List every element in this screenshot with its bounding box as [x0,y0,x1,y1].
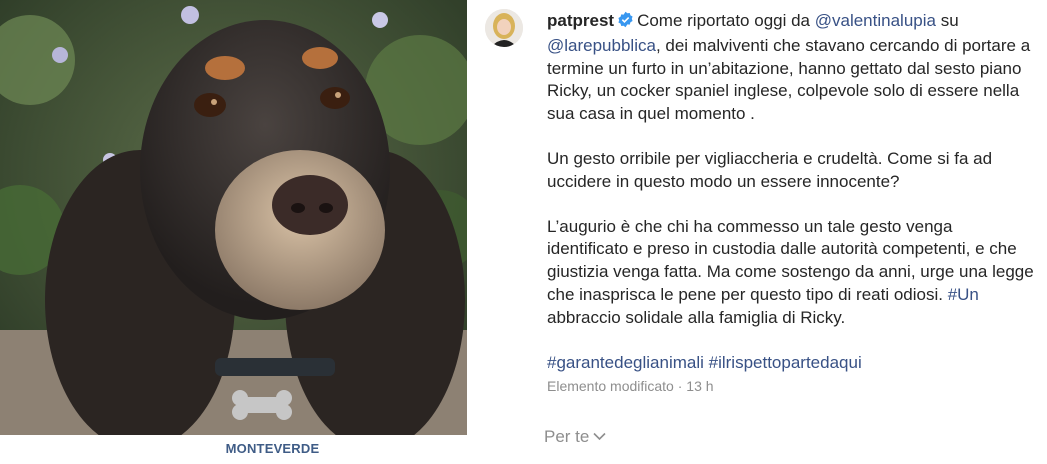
location-link[interactable]: MONTEVERDE [0,441,545,456]
hashtag-link-text: #Un [947,284,979,304]
post-caption: patprest Come riportato oggi da @valentin… [547,10,1037,396]
see-translation-button[interactable]: Per te [544,426,606,447]
caption-paragraph-3: L’augurio è che chi ha commesso un tale … [547,216,1037,330]
chevron-down-icon [593,426,606,446]
caption-text: Come riportato oggi da [637,11,815,30]
caption-paragraph-1: patprest Come riportato oggi da @valentin… [547,10,1037,126]
see-translation-label: Per te [544,427,590,446]
caption-text: abbraccio solidale alla famiglia di Rick… [547,307,846,327]
avatar-image [485,9,523,47]
caption-paragraph-2: Un gesto orribile per vigliaccheria e cr… [547,148,993,191]
mention-link[interactable]: @valentinalupia [815,11,936,30]
hashtag-link[interactable]: #Un [948,285,979,304]
verified-badge-icon [617,11,634,35]
hashtag-link[interactable]: #ilrispettopartedaqui [709,353,862,372]
username[interactable]: patprest [547,11,614,30]
avatar[interactable] [485,9,523,47]
post-panel: patprest Come riportato oggi da @valentin… [467,0,1047,464]
dog-photo [0,0,467,435]
hashtag-link[interactable]: #garantedeglianimali [547,353,704,372]
photo-panel: MONTEVERDE [0,0,467,464]
edited-timestamp: Elemento modificato · 13 h [547,378,714,394]
caption-text: su [935,11,959,30]
mention-link[interactable]: @larepubblica [547,36,656,55]
post-image[interactable] [0,0,467,435]
caption-hashtags: #garantedeglianimali #ilrispettopartedaq… [547,352,1037,375]
